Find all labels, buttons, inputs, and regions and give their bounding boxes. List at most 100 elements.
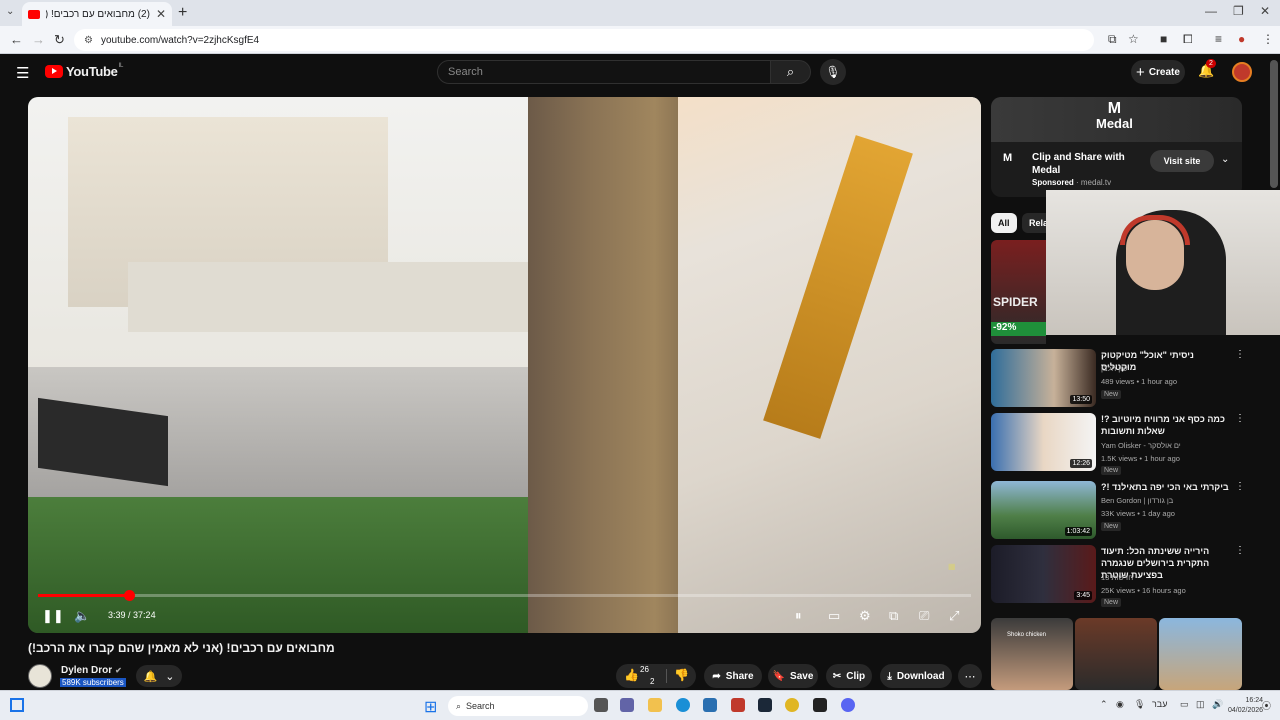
store-icon[interactable] bbox=[703, 698, 717, 712]
medal-m-icon: M bbox=[1107, 100, 1122, 117]
tray-network-icon[interactable]: ◫ bbox=[1196, 699, 1205, 710]
video-player[interactable]: ▦ ❚❚ 🔈 3:39 / 37:24 ⏸ ▭ ⚙ ⧉ ⎚ ⤢ bbox=[28, 97, 981, 633]
taskbar-search[interactable]: ⌕ Search bbox=[448, 696, 588, 716]
extensions-puzzle-icon[interactable]: ⧠ bbox=[1183, 32, 1193, 47]
youtube-favicon-icon bbox=[28, 9, 40, 19]
more-actions-button[interactable]: ⋯ bbox=[958, 664, 982, 688]
edge-icon[interactable] bbox=[676, 698, 690, 712]
teams-icon[interactable] bbox=[620, 698, 634, 712]
extension-icon[interactable]: ■ bbox=[1160, 32, 1167, 46]
tray-chevron-icon[interactable]: ⌃ bbox=[1100, 699, 1108, 710]
restore-icon[interactable]: ❐ bbox=[1233, 4, 1244, 18]
steam-icon[interactable] bbox=[758, 698, 772, 712]
ad-expand-chevron-icon[interactable]: ⌄ bbox=[1221, 154, 1229, 165]
miniplayer-icon[interactable]: ⧉ bbox=[889, 608, 898, 624]
tab-title: (2) מחבואים עם רכבים! (אני bbox=[46, 8, 150, 20]
subscribed-notifications-button[interactable]: 🔔 ⌄ bbox=[136, 665, 182, 687]
rec-more-icon[interactable]: ⋮ bbox=[1235, 413, 1245, 424]
menu-icon[interactable]: ☰ bbox=[16, 64, 29, 82]
taskbar-clock[interactable]: 16:24 04/02/2026 bbox=[1228, 696, 1263, 716]
search-input[interactable]: Search bbox=[437, 60, 771, 84]
pause-icon[interactable]: ❚❚ bbox=[42, 608, 64, 624]
rec-more-icon[interactable]: ⋮ bbox=[1235, 481, 1245, 492]
task-view-icon[interactable] bbox=[594, 698, 608, 712]
promo-discount: -92% bbox=[991, 322, 1046, 336]
tray-app-icon[interactable]: ◉ bbox=[1116, 699, 1124, 710]
notification-center-icon[interactable]: ⦿ bbox=[1262, 699, 1271, 712]
youtube-play-logo-icon bbox=[45, 65, 63, 78]
volume-icon[interactable]: 🔈 bbox=[74, 608, 90, 624]
clip-button[interactable]: ✂ Clip bbox=[826, 664, 872, 688]
forward-icon[interactable]: → bbox=[32, 32, 45, 47]
install-app-icon[interactable]: ⧉ bbox=[1108, 32, 1117, 47]
create-button[interactable]: + Create bbox=[1131, 60, 1185, 84]
logo-country: IL bbox=[118, 62, 124, 69]
profile-icon[interactable]: ● bbox=[1238, 32, 1245, 46]
rec-thumbnail: 3:45 bbox=[991, 545, 1096, 603]
channel-avatar[interactable] bbox=[28, 664, 52, 688]
cast-icon[interactable]: ⎚ bbox=[919, 608, 929, 624]
search-placeholder: Search bbox=[448, 66, 483, 78]
sponsored-ad-card[interactable]: M Medal M Clip and Share with Medal Spons… bbox=[991, 97, 1242, 197]
share-button[interactable]: ➦ Share bbox=[704, 664, 762, 688]
discord-icon[interactable] bbox=[841, 698, 855, 712]
subtitles-icon[interactable]: ▭ bbox=[828, 608, 840, 624]
short-thumbnail[interactable]: Shoko chicken bbox=[991, 618, 1073, 690]
chip-all[interactable]: All bbox=[991, 213, 1017, 233]
progress-bar[interactable] bbox=[38, 594, 971, 597]
recommendation-item[interactable]: 13:50 ניסיתי "אוכל" מטיקטוק מוקטליס שון … bbox=[991, 349, 1245, 409]
settings-gear-icon[interactable]: ⚙ bbox=[859, 608, 871, 624]
site-info-icon[interactable]: ⚙ bbox=[84, 35, 93, 46]
dislike-icon[interactable]: 👎 bbox=[674, 668, 689, 682]
logo-text: YouTube bbox=[66, 64, 118, 79]
download-button[interactable]: ⤓ Download bbox=[880, 664, 952, 688]
save-button[interactable]: 🔖 Save bbox=[768, 664, 818, 688]
tray-display-icon[interactable]: ▭ bbox=[1180, 699, 1189, 710]
chrome-menu-icon[interactable]: ⋮ bbox=[1262, 32, 1274, 46]
bookmark-star-icon[interactable]: ☆ bbox=[1128, 32, 1139, 46]
tray-mic-icon[interactable]: 🎙 bbox=[1134, 699, 1145, 710]
back-icon[interactable]: ← bbox=[10, 32, 23, 47]
rec-more-icon[interactable]: ⋮ bbox=[1235, 545, 1245, 556]
widgets-icon[interactable] bbox=[10, 698, 24, 712]
file-explorer-icon[interactable] bbox=[648, 698, 662, 712]
voice-search-button[interactable]: 🎙 bbox=[820, 59, 846, 85]
fullscreen-icon[interactable]: ⤢ bbox=[949, 608, 959, 624]
minimize-icon[interactable]: — bbox=[1205, 4, 1217, 18]
tab-search-chevron-icon[interactable]: ⌄ bbox=[6, 6, 14, 17]
short-thumbnail[interactable] bbox=[1159, 618, 1242, 690]
recommendation-item[interactable]: 1:03:42 ביקרתי באי הכי יפה בתאילנד !? Be… bbox=[991, 481, 1245, 541]
search-button[interactable]: ⌕ bbox=[771, 60, 811, 84]
recommendation-item[interactable]: 3:45 הירייה ששינתה הכל: תיעוד התקרית ביר… bbox=[991, 545, 1245, 607]
new-tab-button[interactable]: + bbox=[178, 4, 187, 22]
keyboard-language[interactable]: עבר bbox=[1152, 699, 1167, 709]
channel-name[interactable]: Dylen Dror ✔ bbox=[61, 665, 122, 676]
like-icon[interactable]: 👍 bbox=[624, 668, 639, 682]
short-thumbnail[interactable] bbox=[1075, 618, 1157, 690]
recommendation-item[interactable]: 12:26 כמה כסף אני מרוויח מיוטיוב ?! שאלו… bbox=[991, 413, 1245, 475]
tab-close-icon[interactable]: ✕ bbox=[156, 7, 166, 21]
address-bar[interactable]: ⚙ youtube.com/watch?v=2zjhcKsgfE4 bbox=[74, 29, 1094, 51]
channel-watermark-icon[interactable]: ▦ bbox=[948, 562, 956, 571]
rec-more-icon[interactable]: ⋮ bbox=[1235, 349, 1245, 360]
windows-start-icon[interactable]: ⊞ bbox=[424, 697, 437, 717]
tray-volume-icon[interactable]: 🔊 bbox=[1212, 699, 1223, 710]
visit-site-button[interactable]: Visit site bbox=[1150, 150, 1214, 172]
window-close-icon[interactable]: ✕ bbox=[1260, 4, 1270, 18]
browser-toolbar: ← → ↻ ⚙ youtube.com/watch?v=2zjhcKsgfE4 … bbox=[0, 26, 1280, 54]
progress-scrubber-handle[interactable] bbox=[124, 590, 135, 601]
chrome-icon[interactable] bbox=[785, 698, 799, 712]
app-icon[interactable] bbox=[731, 698, 745, 712]
promo-thumbnail[interactable]: SPIDER -92% bbox=[991, 240, 1046, 344]
browser-tab-active[interactable]: (2) מחבואים עם רכבים! (אני ✕ bbox=[22, 2, 172, 26]
youtube-logo[interactable]: YouTube IL bbox=[45, 62, 124, 79]
webcam-overlay bbox=[1046, 190, 1280, 335]
autoplay-toggle-icon[interactable]: ⏸ bbox=[795, 608, 802, 624]
download-label: Download bbox=[896, 670, 945, 682]
obs-icon[interactable] bbox=[813, 698, 827, 712]
media-controls-icon[interactable]: ≡ bbox=[1215, 32, 1222, 46]
reload-icon[interactable]: ↻ bbox=[54, 32, 65, 48]
user-avatar[interactable] bbox=[1232, 62, 1252, 82]
youtube-header: ☰ YouTube IL Search ⌕ 🎙 + Create 🔔 2 bbox=[0, 54, 1280, 90]
page-scrollbar[interactable] bbox=[1270, 60, 1278, 188]
